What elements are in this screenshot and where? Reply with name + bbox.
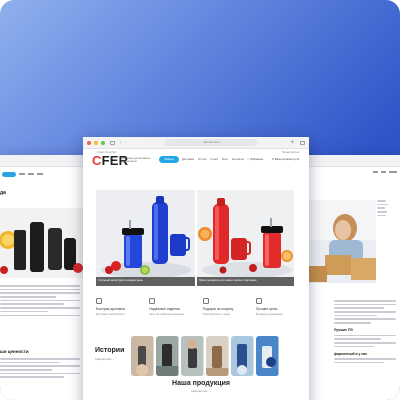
logo-tagline: Продукция для активного образа жизни (121, 157, 151, 164)
banner-right-slide[interactable]: Яркие расцветки для самых смелых и актив… (197, 190, 294, 286)
left-section-heading: да (0, 190, 6, 196)
gift-icon (202, 298, 209, 304)
cart-icon: ⊡ (272, 158, 275, 161)
account-link[interactable]: Личный кабинет (282, 151, 300, 154)
right-window-header (300, 167, 400, 173)
feature-delivery: Быстрая доставка Доставим по всей России (96, 298, 142, 316)
truck-icon (96, 298, 102, 304)
promo-background: да ши ценности Лучшие ПЭ фирменный в у н… (0, 0, 400, 400)
feature-title: Надёжные изделия (149, 307, 180, 311)
back-arrow-icon[interactable]: ‹ (120, 140, 122, 146)
products-view-all-link[interactable]: Смотреть все → (96, 390, 306, 393)
right-hero-photo (303, 200, 376, 283)
feature-subtitle: Приятный бонус к заказу (202, 312, 231, 316)
sidebar-toggle-icon[interactable] (110, 140, 115, 145)
feature-subtitle: Выгодные предложения (255, 312, 283, 316)
feature-gift: Подарок за покупку Приятный бонус к зака… (202, 298, 249, 316)
story-card[interactable] (256, 336, 279, 376)
left-products-button[interactable] (2, 171, 16, 177)
feature-title: Лучшие цены (255, 307, 278, 311)
menu-item-delivery[interactable]: Доставка (182, 157, 194, 161)
menu-item-blog[interactable]: Блог (222, 157, 228, 161)
shield-icon (149, 298, 156, 304)
stories-view-all-link[interactable]: Смотреть все → (95, 358, 115, 361)
products-heading: Наша продукция (172, 380, 230, 387)
feature-title: Подарок за покупку (202, 307, 234, 311)
banner-right-caption: Яркие расцветки для самых смелых и актив… (197, 277, 294, 286)
stories-row (131, 336, 279, 376)
hero-banner: Стильный аксессуар на каждый день Яркие … (96, 190, 294, 286)
feature-reliable: Надёжные изделия Качество проверено врем… (149, 298, 195, 316)
feature-subtitle: Качество проверено временем (149, 312, 184, 316)
story-card[interactable] (206, 336, 229, 376)
close-window-icon[interactable] (87, 140, 91, 145)
tabs-overview-icon[interactable] (300, 140, 305, 145)
heart-icon: ♡ (247, 158, 250, 161)
story-card[interactable] (231, 336, 254, 376)
features-row: Быстрая доставка Доставим по всей России… (96, 298, 302, 316)
banner-left-slide[interactable]: Стильный аксессуар на каждый день (96, 190, 195, 286)
right-text-block: Лучшие ПЭ фирменный в у нас (334, 300, 396, 366)
left-nav (19, 173, 43, 175)
story-card[interactable] (131, 336, 154, 376)
feature-title: Быстрая доставка (96, 307, 125, 311)
banner-left-caption: Стильный аксессуар на каждый день (96, 277, 195, 286)
stories-heading: Истории (95, 347, 125, 354)
left-values-heading: ши ценности (0, 349, 29, 354)
feature-prices: Лучшие цены Выгодные предложения (255, 298, 302, 316)
main-menu: Доставка Оптом О нас Блог Контакты (182, 157, 244, 161)
menu-item-about[interactable]: О нас (210, 157, 217, 161)
right-bold-text-1: Лучшие ПЭ (334, 327, 353, 332)
address-bar[interactable]: cfer-tuv.com (165, 139, 258, 146)
minimize-window-icon[interactable] (94, 140, 98, 145)
right-window-toolbar (300, 155, 400, 167)
story-card[interactable] (181, 336, 204, 376)
maximize-window-icon[interactable] (101, 140, 105, 145)
feature-subtitle: Доставим по всей России (96, 312, 125, 316)
left-values-text (0, 358, 80, 380)
menu-item-wholesale[interactable]: Оптом (198, 157, 206, 161)
cart-link[interactable]: ⊡ Ваша корзина пуста (272, 158, 299, 161)
tag-icon (255, 298, 262, 304)
forward-arrow-icon[interactable]: › (125, 140, 127, 146)
new-tab-icon[interactable]: + (290, 140, 294, 146)
browser-toolbar: ‹ › cfer-tuv.com + (83, 137, 309, 149)
favorites-link[interactable]: ♡ Избранное (247, 158, 263, 161)
left-text-block (0, 285, 80, 318)
right-sidebar-links (377, 200, 397, 218)
left-window-header (0, 169, 90, 179)
left-product-photo (0, 208, 90, 278)
story-card[interactable] (156, 336, 179, 376)
menu-item-contacts[interactable]: Контакты (232, 157, 244, 161)
right-bold-text-2: фирменный в у нас (334, 352, 368, 357)
left-window-toolbar (0, 155, 90, 167)
products-button[interactable]: Товары (159, 156, 179, 163)
